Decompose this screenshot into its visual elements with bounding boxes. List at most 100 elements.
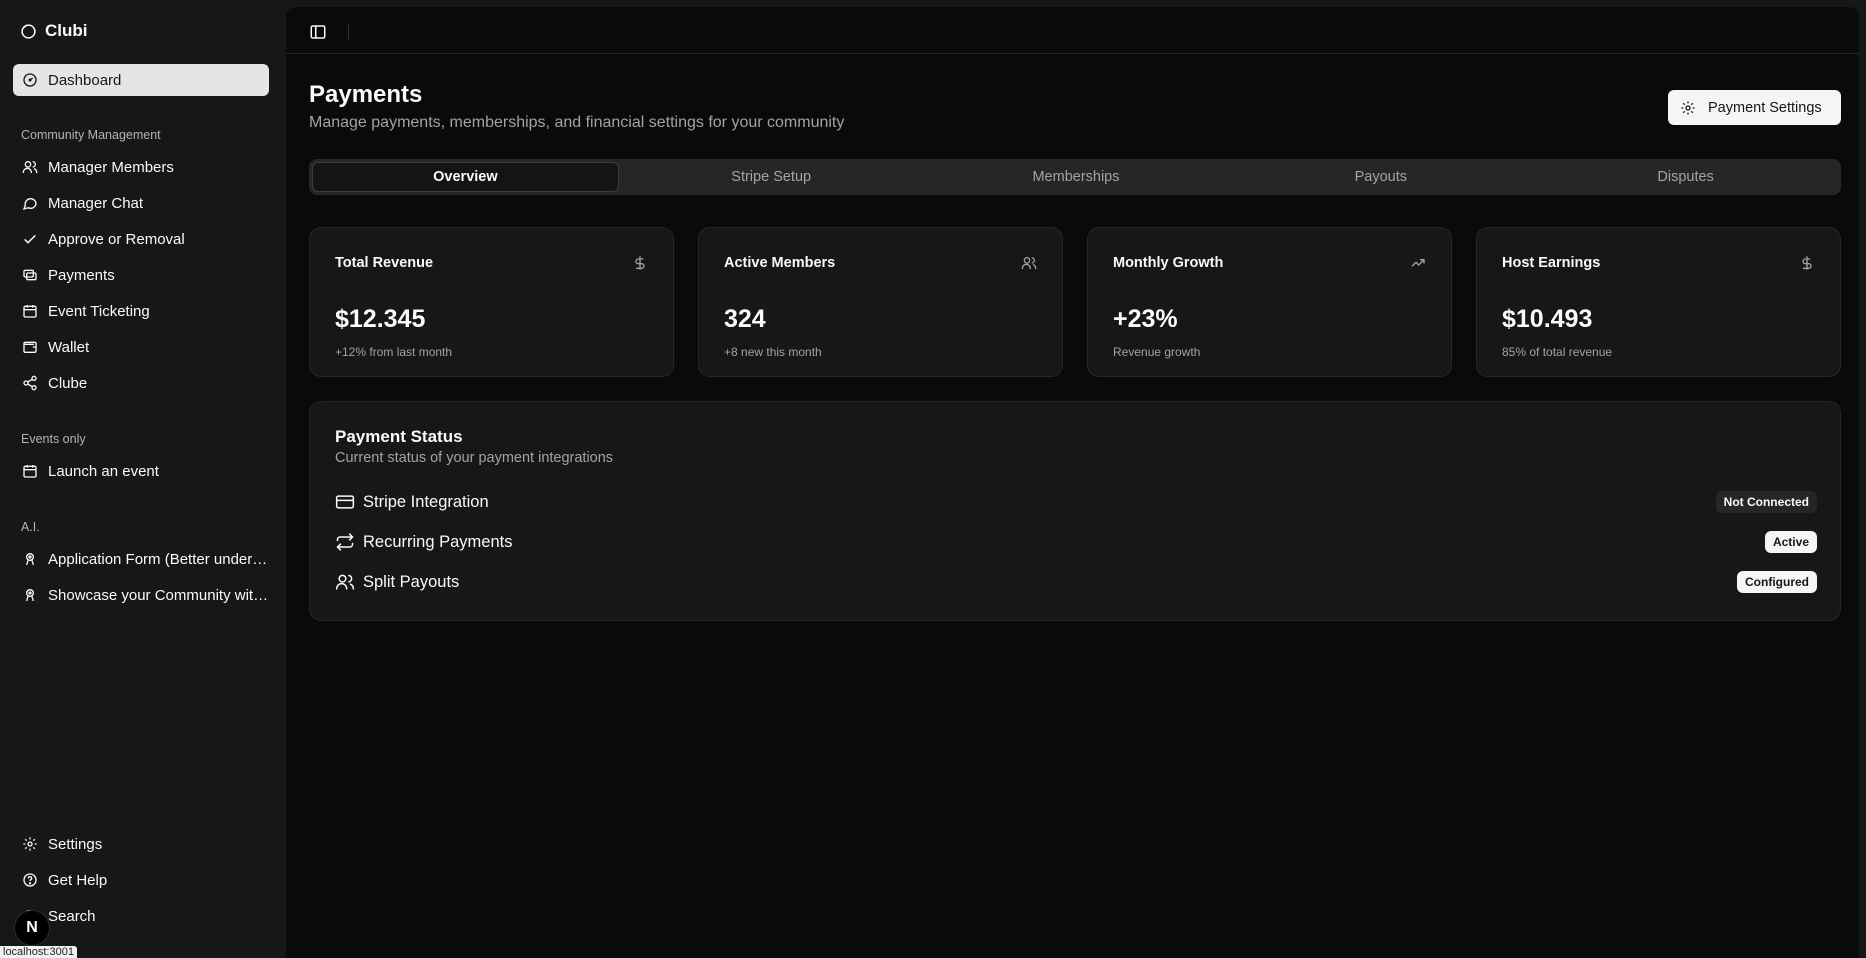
page-subtitle: Manage payments, memberships, and financ…	[309, 114, 845, 131]
payment-settings-button[interactable]: Payment Settings	[1668, 90, 1841, 125]
sidebar-item-label: Get Help	[48, 871, 108, 889]
brand-logo-icon	[20, 23, 37, 40]
stat-title: Host Earnings	[1502, 255, 1601, 271]
status-badge: Not Connected	[1715, 491, 1817, 513]
stat-title: Total Revenue	[335, 255, 434, 271]
panel-left-icon	[310, 25, 326, 39]
sidebar-item-launch-event[interactable]: Launch an event	[13, 455, 269, 487]
stat-card-monthly-growth: Monthly Growth +23% Revenue growth	[1087, 227, 1452, 377]
check-icon	[24, 234, 36, 244]
tab-payouts[interactable]: Payouts	[1228, 162, 1533, 192]
group-label-ai: A.I.	[21, 520, 40, 534]
status-row-label: Split Payouts	[363, 572, 460, 591]
stat-subtext: +12% from last month	[335, 345, 453, 359]
main-panel: Payments Manage payments, memberships, a…	[286, 7, 1859, 958]
sidebar-item-label: Application Form (Better understand your…	[48, 550, 269, 568]
brand[interactable]: Clubi	[20, 20, 88, 42]
sidebar-toggle-button[interactable]	[309, 23, 327, 41]
sidebar-item-wallet[interactable]: Wallet	[13, 331, 269, 363]
sidebar-item-label: Clube	[48, 374, 88, 392]
sidebar-item-label: Payments	[48, 266, 115, 284]
stat-value: $12.345	[335, 305, 426, 333]
stat-card-active-members: Active Members 324 +8 new this month	[698, 227, 1063, 377]
gauge-icon	[23, 73, 37, 87]
sidebar: Clubi Dashboard Community Management Man…	[0, 0, 286, 958]
tab-disputes[interactable]: Disputes	[1533, 162, 1838, 192]
status-badge: Active	[1764, 531, 1817, 553]
stat-subtext: Revenue growth	[1113, 345, 1201, 359]
repeat-icon	[336, 533, 354, 551]
trending-up-icon	[1411, 259, 1425, 267]
sidebar-item-label: Manager Members	[48, 158, 174, 176]
sidebar-item-application-form[interactable]: Application Form (Better understand your…	[13, 543, 269, 575]
bot-icon	[26, 553, 34, 566]
chat-icon	[22, 198, 37, 211]
sidebar-item-manager-chat[interactable]: Manager Chat	[13, 187, 269, 219]
status-badge: Configured	[1737, 571, 1817, 593]
payment-settings-label: Payment Settings	[1708, 99, 1822, 116]
status-row-stripe: Stripe Integration Not Connected	[335, 490, 1817, 514]
payment-status-subtitle: Current status of your payment integrati…	[335, 450, 614, 466]
dollar-icon	[1802, 256, 1812, 270]
sidebar-item-label: Manager Chat	[48, 194, 144, 212]
status-row-recurring: Recurring Payments Active	[335, 530, 1817, 554]
gear-icon	[23, 837, 37, 851]
bot-icon	[26, 589, 34, 602]
sidebar-item-label: Event Ticketing	[48, 302, 150, 320]
sidebar-item-label: Dashboard	[48, 71, 122, 89]
dollar-icon	[635, 256, 645, 270]
calendar-icon	[23, 305, 37, 318]
sidebar-item-clube[interactable]: Clube	[13, 367, 269, 399]
sidebar-item-showcase-community[interactable]: Showcase your Community with AI	[13, 579, 269, 611]
users-icon	[1021, 257, 1037, 269]
sidebar-item-label: Launch an event	[48, 462, 159, 480]
stat-card-host-earnings: Host Earnings $10.493 85% of total reven…	[1476, 227, 1841, 377]
help-icon	[23, 873, 37, 887]
sidebar-item-label: Search	[48, 907, 96, 925]
top-bar	[286, 7, 1859, 54]
sidebar-item-event-ticketing[interactable]: Event Ticketing	[13, 295, 269, 327]
topbar-divider	[348, 24, 349, 40]
share-icon	[23, 375, 37, 391]
status-row-label: Stripe Integration	[363, 492, 489, 511]
stat-value: $10.493	[1502, 305, 1593, 333]
sidebar-item-label: Wallet	[48, 338, 90, 356]
wallet-icon	[23, 341, 37, 353]
sidebar-item-approve-or-removal[interactable]: Approve or Removal	[13, 223, 269, 255]
stat-value: +23%	[1113, 305, 1178, 333]
sidebar-item-search[interactable]: Search	[13, 900, 269, 932]
tab-list: Overview Stripe Setup Memberships Payout…	[309, 159, 1841, 195]
sidebar-item-manager-members[interactable]: Manager Members	[13, 151, 269, 183]
dev-indicator-badge[interactable]: N	[14, 910, 50, 946]
group-label-community: Community Management	[21, 128, 161, 142]
gear-icon	[1681, 100, 1695, 115]
stat-subtext: 85% of total revenue	[1502, 345, 1613, 359]
payment-status-card: Payment Status Current status of your pa…	[309, 401, 1841, 621]
stat-title: Monthly Growth	[1113, 255, 1224, 271]
users-icon	[335, 574, 355, 590]
payment-status-title: Payment Status	[335, 427, 463, 446]
sidebar-item-label: Settings	[48, 835, 103, 853]
page-title: Payments	[309, 81, 423, 108]
brand-name: Clubi	[45, 21, 88, 40]
stat-value: 324	[724, 305, 766, 333]
status-row-split-payouts: Split Payouts Configured	[335, 570, 1817, 594]
sidebar-item-label: Showcase your Community with AI	[48, 586, 269, 604]
stat-card-total-revenue: Total Revenue $12.345 +12% from last mon…	[309, 227, 674, 377]
sidebar-item-payments[interactable]: Payments	[13, 259, 269, 291]
tab-stripe-setup[interactable]: Stripe Setup	[619, 162, 924, 192]
status-row-label: Recurring Payments	[363, 532, 513, 551]
sidebar-item-dashboard[interactable]: Dashboard	[13, 64, 269, 96]
stat-title: Active Members	[724, 255, 836, 271]
sidebar-item-label: Approve or Removal	[48, 230, 185, 248]
credit-card-icon	[335, 495, 355, 509]
browser-status-url: localhost:3001	[0, 946, 77, 958]
group-label-events: Events only	[21, 432, 86, 446]
stat-subtext: +8 new this month	[724, 345, 822, 359]
users-icon	[22, 161, 38, 173]
tab-overview[interactable]: Overview	[312, 162, 619, 192]
sidebar-item-settings[interactable]: Settings	[13, 828, 269, 860]
tab-memberships[interactable]: Memberships	[924, 162, 1229, 192]
sidebar-item-get-help[interactable]: Get Help	[13, 864, 269, 896]
payments-icon	[23, 269, 37, 281]
